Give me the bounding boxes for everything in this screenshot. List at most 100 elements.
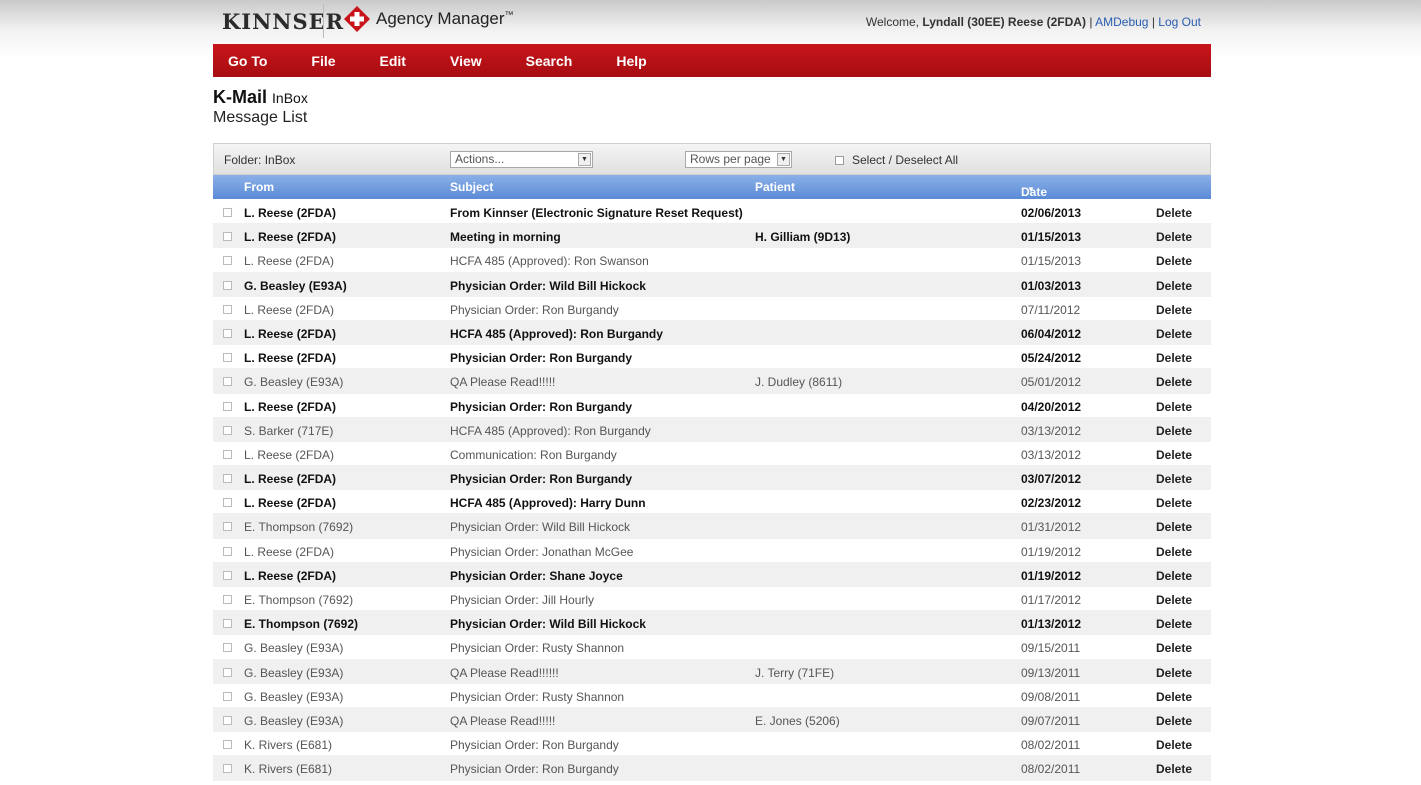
delete-link[interactable]: Delete (1156, 351, 1192, 365)
message-row[interactable]: S. Barker (717E) HCFA 485 (Approved): Ron… (213, 417, 1211, 442)
message-checkbox[interactable] (223, 764, 232, 774)
delete-link[interactable]: Delete (1156, 496, 1192, 510)
message-checkbox[interactable] (223, 353, 232, 363)
message-subject[interactable]: Physician Order: Rusty Shannon (450, 641, 624, 655)
delete-link[interactable]: Delete (1156, 545, 1192, 559)
message-from[interactable]: L. Reese (2FDA) (244, 496, 336, 510)
message-checkbox[interactable] (223, 256, 232, 266)
message-from[interactable]: G. Beasley (E93A) (244, 666, 343, 680)
message-subject[interactable]: HCFA 485 (Approved): Ron Swanson (450, 254, 649, 268)
message-row[interactable]: L. Reese (2FDA) HCFA 485 (Approved): Ron … (213, 320, 1211, 346)
message-checkbox[interactable] (223, 377, 232, 387)
message-subject[interactable]: Physician Order: Jill Hourly (450, 593, 594, 607)
delete-link[interactable]: Delete (1156, 327, 1192, 341)
message-subject[interactable]: QA Please Read!!!!! (450, 375, 555, 389)
message-row[interactable]: K. Rivers (E681) Physician Order: Ron Bur… (213, 732, 1211, 757)
message-subject[interactable]: HCFA 485 (Approved): Ron Burgandy (450, 424, 651, 438)
message-checkbox[interactable] (223, 667, 232, 677)
message-from[interactable]: G. Beasley (E93A) (244, 641, 343, 655)
message-from[interactable]: L. Reese (2FDA) (244, 545, 334, 559)
message-checkbox[interactable] (223, 570, 232, 580)
message-subject[interactable]: Physician Order: Rusty Shannon (450, 690, 624, 704)
message-checkbox[interactable] (223, 740, 232, 750)
actions-dropdown[interactable]: Actions... ▼ (450, 151, 593, 168)
message-row[interactable]: E. Thompson (7692) Physician Order: Wild … (213, 514, 1211, 539)
delete-link[interactable]: Delete (1156, 738, 1192, 752)
delete-link[interactable]: Delete (1156, 666, 1192, 680)
message-row[interactable]: L. Reese (2FDA) Physician Order: Shane Jo… (213, 562, 1211, 587)
message-subject[interactable]: Meeting in morning (450, 230, 561, 244)
message-from[interactable]: K. Rivers (E681) (244, 762, 332, 776)
message-from[interactable]: L. Reese (2FDA) (244, 303, 334, 317)
message-checkbox[interactable] (223, 280, 232, 290)
message-checkbox[interactable] (223, 691, 232, 701)
message-from[interactable]: L. Reese (2FDA) (244, 351, 336, 365)
delete-link[interactable]: Delete (1156, 230, 1192, 244)
message-subject[interactable]: Physician Order: Ron Burgandy (450, 303, 619, 317)
message-subject[interactable]: HCFA 485 (Approved): Harry Dunn (450, 496, 646, 510)
column-header-patient[interactable]: Patient (755, 180, 795, 194)
message-row[interactable]: G. Beasley (E93A) Physician Order: Rusty … (213, 684, 1211, 708)
delete-link[interactable]: Delete (1156, 617, 1192, 631)
message-checkbox[interactable] (223, 643, 232, 653)
message-from[interactable]: L. Reese (2FDA) (244, 448, 334, 462)
delete-link[interactable]: Delete (1156, 641, 1192, 655)
message-checkbox[interactable] (223, 522, 232, 532)
message-row[interactable]: L. Reese (2FDA) HCFA 485 (Approved): Harr… (213, 490, 1211, 515)
delete-link[interactable]: Delete (1156, 520, 1192, 534)
message-row[interactable]: L. Reese (2FDA) Physician Order: Ron Burg… (213, 394, 1211, 418)
delete-link[interactable]: Delete (1156, 569, 1192, 583)
message-subject[interactable]: Communication: Ron Burgandy (450, 448, 617, 462)
message-from[interactable]: L. Reese (2FDA) (244, 254, 334, 268)
message-from[interactable]: E. Thompson (7692) (244, 520, 353, 534)
message-checkbox[interactable] (223, 546, 232, 556)
delete-link[interactable]: Delete (1156, 448, 1192, 462)
menu-file[interactable]: File (311, 53, 335, 69)
delete-link[interactable]: Delete (1156, 400, 1192, 414)
message-row[interactable]: E. Thompson (7692) Physician Order: Jill … (213, 587, 1211, 612)
message-subject[interactable]: Physician Order: Ron Burgandy (450, 351, 632, 365)
delete-link[interactable]: Delete (1156, 714, 1192, 728)
message-checkbox[interactable] (223, 425, 232, 435)
message-subject[interactable]: Physician Order: Wild Bill Hickock (450, 520, 630, 534)
message-row[interactable]: L. Reese (2FDA) Physician Order: Ron Burg… (213, 297, 1211, 321)
message-from[interactable]: S. Barker (717E) (244, 424, 333, 438)
delete-link[interactable]: Delete (1156, 303, 1192, 317)
column-header-from[interactable]: From (244, 180, 274, 194)
menu-search[interactable]: Search (526, 53, 573, 69)
message-from[interactable]: G. Beasley (E93A) (244, 279, 347, 293)
message-row[interactable]: G. Beasley (E93A) Physician Order: Rusty … (213, 635, 1211, 660)
message-row[interactable]: L. Reese (2FDA) Meeting in morning H. Gill… (213, 224, 1211, 249)
menu-go-to[interactable]: Go To (228, 53, 267, 69)
message-checkbox[interactable] (223, 449, 232, 459)
message-subject[interactable]: Physician Order: Ron Burgandy (450, 762, 619, 776)
message-subject[interactable]: From Kinnser (Electronic Signature Reset… (450, 206, 743, 220)
column-header-subject[interactable]: Subject (450, 180, 493, 194)
message-checkbox[interactable] (223, 401, 232, 411)
logout-link[interactable]: Log Out (1158, 15, 1201, 29)
message-row[interactable]: L. Reese (2FDA) Communication: Ron Burgan… (213, 442, 1211, 467)
message-row[interactable]: L. Reese (2FDA) HCFA 485 (Approved): Ron … (213, 248, 1211, 273)
rows-per-page-dropdown[interactable]: Rows per page ▼ (685, 151, 792, 168)
delete-link[interactable]: Delete (1156, 690, 1192, 704)
message-subject[interactable]: Physician Order: Jonathan McGee (450, 545, 633, 559)
message-row[interactable]: E. Thompson (7692) Physician Order: Wild … (213, 611, 1211, 636)
delete-link[interactable]: Delete (1156, 472, 1192, 486)
message-subject[interactable]: Physician Order: Ron Burgandy (450, 738, 619, 752)
message-from[interactable]: E. Thompson (7692) (244, 593, 353, 607)
message-from[interactable]: L. Reese (2FDA) (244, 400, 336, 414)
message-from[interactable]: K. Rivers (E681) (244, 738, 332, 752)
message-checkbox[interactable] (223, 304, 232, 314)
select-all-checkbox[interactable] (835, 155, 844, 165)
message-from[interactable]: G. Beasley (E93A) (244, 714, 343, 728)
menu-edit[interactable]: Edit (380, 53, 406, 69)
menu-help[interactable]: Help (616, 53, 646, 69)
message-checkbox[interactable] (223, 498, 232, 508)
message-subject[interactable]: Physician Order: Shane Joyce (450, 569, 623, 583)
message-subject[interactable]: QA Please Read!!!!! (450, 714, 555, 728)
message-subject[interactable]: Physician Order: Ron Burgandy (450, 472, 632, 486)
message-row[interactable]: L. Reese (2FDA) Physician Order: Ron Burg… (213, 345, 1211, 370)
message-checkbox[interactable] (223, 474, 232, 484)
message-subject[interactable]: Physician Order: Wild Bill Hickock (450, 279, 646, 293)
message-checkbox[interactable] (223, 232, 232, 242)
